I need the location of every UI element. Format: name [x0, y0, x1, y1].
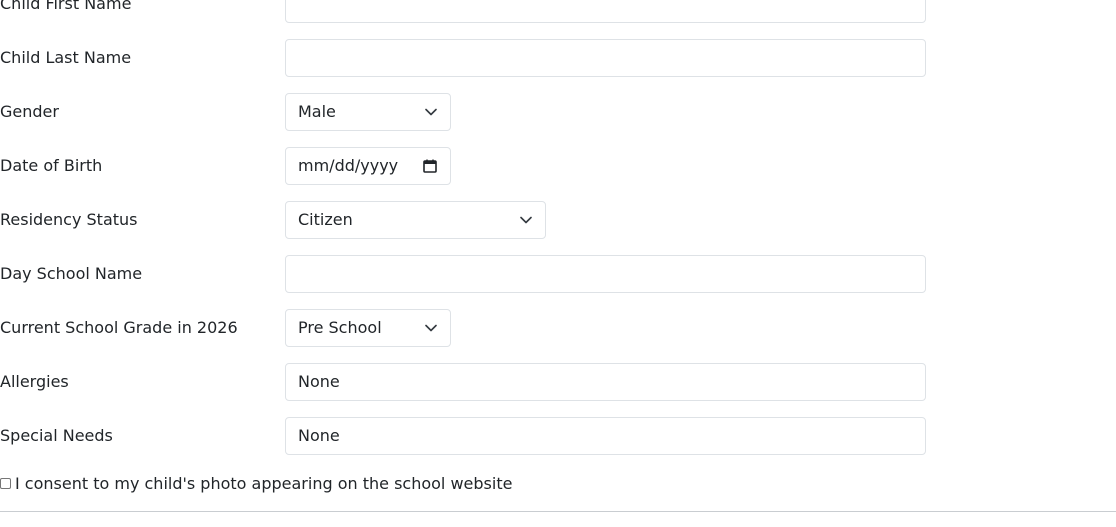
residency-status-select[interactable]: Citizen: [285, 201, 546, 239]
chevron-down-icon: [425, 94, 437, 130]
residency-status-selected-value: Citizen: [298, 210, 353, 229]
photo-consent: I consent to my child's photo appearing …: [0, 472, 512, 494]
allergies-label: Allergies: [0, 372, 69, 391]
chevron-down-icon: [425, 310, 437, 346]
row-gender: Gender Male: [0, 93, 930, 131]
chevron-down-icon: [520, 202, 532, 238]
current-grade-label: Current School Grade in 2026: [0, 318, 238, 337]
section-divider: [0, 511, 1116, 512]
day-school-name-input[interactable]: [285, 255, 926, 293]
child-first-name-input[interactable]: [285, 0, 926, 23]
row-current-grade: Current School Grade in 2026 Pre School: [0, 309, 930, 347]
child-first-name-label: Child First Name: [0, 0, 132, 13]
row-special-needs: Special Needs None: [0, 417, 930, 455]
current-grade-select[interactable]: Pre School: [285, 309, 451, 347]
row-date-of-birth: Date of Birth mm/dd/yyyy: [0, 147, 930, 185]
row-residency-status: Residency Status Citizen: [0, 201, 930, 239]
current-grade-selected-value: Pre School: [298, 318, 382, 337]
calendar-icon[interactable]: [423, 148, 437, 184]
row-child-first-name: Child First Name: [0, 0, 930, 23]
special-needs-input[interactable]: None: [285, 417, 926, 455]
residency-status-label: Residency Status: [0, 210, 138, 229]
child-last-name-label: Child Last Name: [0, 48, 132, 67]
date-of-birth-label: Date of Birth: [0, 156, 103, 175]
date-of-birth-input[interactable]: mm/dd/yyyy: [285, 147, 451, 185]
row-child-last-name: Child Last Name: [0, 39, 930, 77]
allergies-input[interactable]: None: [285, 363, 926, 401]
gender-selected-value: Male: [298, 102, 336, 121]
row-allergies: Allergies None: [0, 363, 930, 401]
date-of-birth-placeholder: mm/dd/yyyy: [298, 156, 399, 175]
special-needs-label: Special Needs: [0, 426, 113, 445]
gender-label: Gender: [0, 102, 59, 121]
gender-select[interactable]: Male: [285, 93, 451, 131]
photo-consent-checkbox[interactable]: [0, 477, 11, 489]
day-school-name-label: Day School Name: [0, 264, 143, 283]
row-day-school-name: Day School Name: [0, 255, 930, 293]
child-last-name-input[interactable]: [285, 39, 926, 77]
photo-consent-label[interactable]: I consent to my child's photo appearing …: [15, 474, 512, 493]
